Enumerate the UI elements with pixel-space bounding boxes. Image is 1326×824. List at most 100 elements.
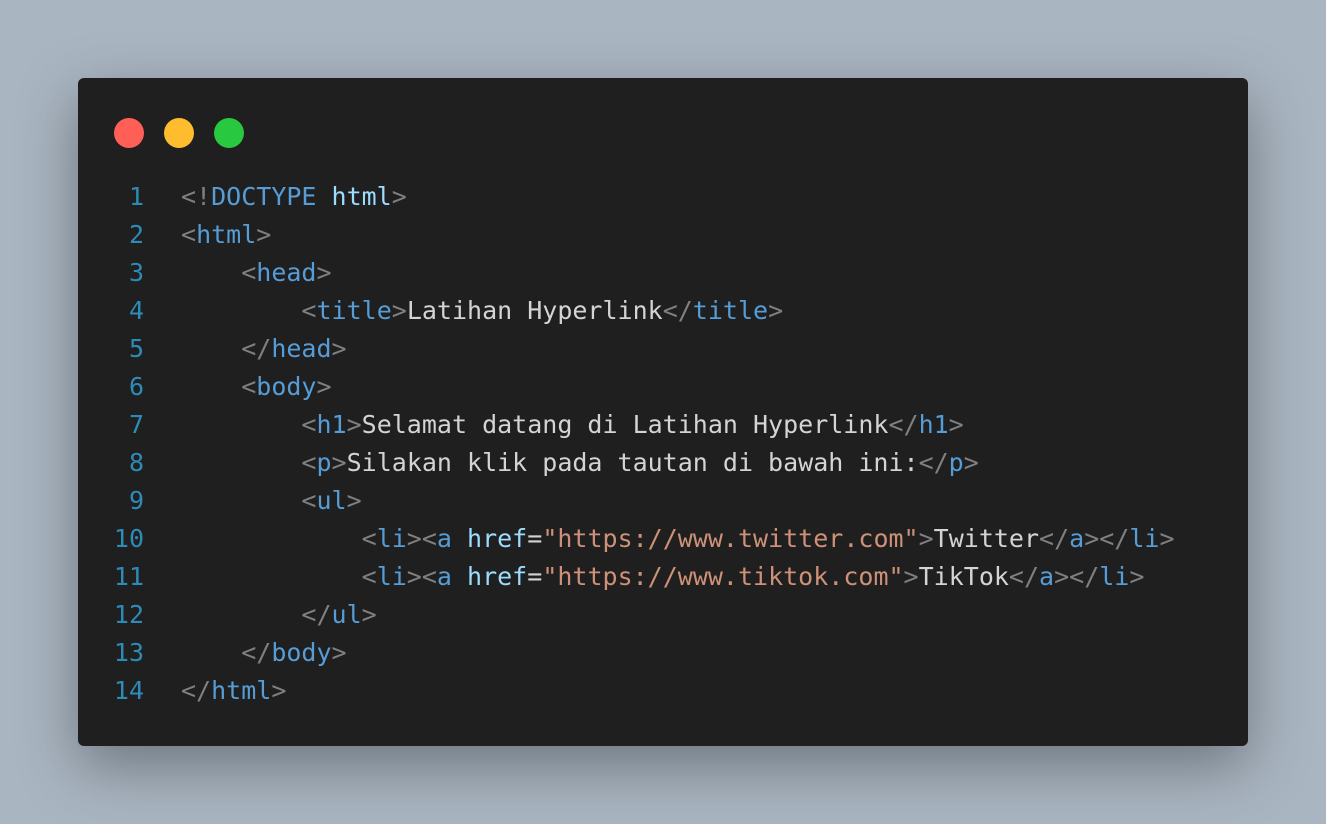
code-window: 1 <!DOCTYPE html> 2 <html> 3 <head> 4 <title>… (78, 78, 1248, 746)
token-tag: p (316, 448, 332, 477)
line-number: 6 (128, 372, 144, 401)
line-number: 11 (113, 562, 144, 591)
token-punc: < (301, 486, 317, 515)
line-source: <!DOCTYPE html> (181, 178, 407, 216)
token-tag: body (256, 372, 317, 401)
token-text: Twitter (933, 524, 1040, 553)
line-source: <body> (181, 368, 332, 406)
token-punc: </ (241, 334, 272, 363)
line-source: <title>Latihan Hyperlink</title> (181, 292, 783, 330)
token-tag: li (376, 562, 407, 591)
token-punc: > (346, 410, 362, 439)
token-attr: href (467, 562, 528, 591)
token-punc: </ (1008, 562, 1040, 591)
line-number: 10 (113, 524, 144, 553)
token-punc: < (361, 562, 377, 591)
line-source: </html> (181, 672, 286, 710)
token-punc: > (331, 638, 347, 667)
token-punc: > (391, 182, 407, 211)
line-source: <p>Silakan klik pada tautan di bawah ini… (181, 444, 979, 482)
token-punc: > (391, 296, 407, 325)
line-number: 2 (128, 220, 144, 249)
token-punc: > (1159, 524, 1175, 553)
token-punc: ></ (1084, 524, 1130, 553)
token-punc: </ (181, 676, 212, 705)
token-tag: a (1069, 524, 1085, 553)
line-number: 4 (128, 296, 144, 325)
token-text: Selamat datang di Latihan Hyperlink (361, 410, 889, 439)
token-punc: > (346, 486, 362, 515)
token-punc: > (1129, 562, 1145, 591)
line-number: 12 (113, 600, 144, 629)
code-line: 4 <title>Latihan Hyperlink</title> (78, 292, 1248, 330)
token-tag: li (1129, 524, 1160, 553)
token-text: Silakan klik pada tautan di bawah ini: (346, 448, 919, 477)
token-punc: ></ (1054, 562, 1100, 591)
token-tag: ul (316, 486, 347, 515)
token-punc: > (361, 600, 377, 629)
token-punc: </ (241, 638, 272, 667)
token-tag: title (316, 296, 392, 325)
maximize-dot-icon[interactable] (214, 118, 244, 148)
line-source: </body> (181, 634, 347, 672)
token-tag: body (271, 638, 332, 667)
token-punc: > (316, 258, 332, 287)
token-tag: ul (331, 600, 362, 629)
token-tag: a (1039, 562, 1055, 591)
code-line: 10 <li><a href="https://www.twitter.com"… (78, 520, 1248, 558)
token-str: "https://www.tiktok.com" (542, 562, 904, 591)
code-line: 7 <h1>Selamat datang di Latihan Hyperlin… (78, 406, 1248, 444)
token-tag: DOCTYPE (211, 182, 317, 211)
close-dot-icon[interactable] (114, 118, 144, 148)
code-line: 3 <head> (78, 254, 1248, 292)
code-line: 2 <html> (78, 216, 1248, 254)
token-tag: a (436, 562, 452, 591)
token-punc: > (963, 448, 979, 477)
code-line: 14 </html> (78, 672, 1248, 710)
token-tag: a (436, 524, 452, 553)
code-block: 1 <!DOCTYPE html> 2 <html> 3 <head> 4 <title>… (78, 178, 1248, 710)
line-number: 9 (128, 486, 144, 515)
token-text: TikTok (918, 562, 1009, 591)
line-number: 3 (128, 258, 144, 287)
token-punc: </ (888, 410, 919, 439)
token-text: Latihan Hyperlink (406, 296, 663, 325)
token-punc: < (181, 220, 197, 249)
line-source: <ul> (181, 482, 362, 520)
token-punc: < (241, 372, 257, 401)
token-tag: li (1099, 562, 1130, 591)
code-line: 9 <ul> (78, 482, 1248, 520)
minimize-dot-icon[interactable] (164, 118, 194, 148)
line-source: <head> (181, 254, 332, 292)
code-line: 5 </head> (78, 330, 1248, 368)
line-number: 8 (128, 448, 144, 477)
line-source: <li><a href="https://www.tiktok.com">Tik… (181, 558, 1145, 596)
line-source: <html> (181, 216, 271, 254)
token-punc: </ (1039, 524, 1070, 553)
token-punc: > (331, 448, 347, 477)
token-tag: head (256, 258, 317, 287)
token-punc: > (256, 220, 272, 249)
token-text: = (527, 562, 543, 591)
token-tag: title (692, 296, 769, 325)
line-source: </head> (181, 330, 346, 368)
token-text: = (527, 524, 543, 553)
token-attr: href (467, 524, 528, 553)
line-number: 1 (128, 182, 144, 211)
token-tag: h1 (316, 410, 347, 439)
line-source: </ul> (181, 596, 377, 634)
token-punc: > (948, 410, 964, 439)
token-punc: > (316, 372, 332, 401)
token-punc: > (903, 562, 919, 591)
line-number: 5 (128, 334, 144, 363)
line-number: 13 (113, 638, 144, 667)
code-line: 12 </ul> (78, 596, 1248, 634)
token-punc: </ (301, 600, 332, 629)
